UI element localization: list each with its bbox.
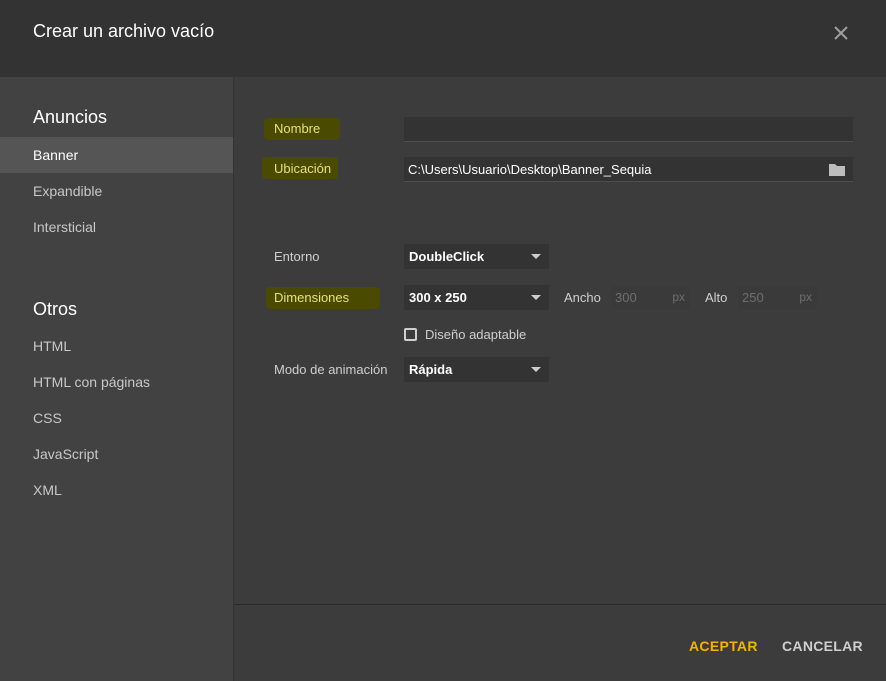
chevron-down-icon [531, 367, 541, 372]
section-otros: Otros [33, 299, 78, 319]
dimensiones-label: Dimensiones [274, 290, 350, 305]
ancho-unit: px [672, 290, 685, 304]
dialog-footer: ACEPTAR CANCELAR [234, 604, 886, 681]
sidebar-item-html-pages[interactable]: HTML con páginas [0, 364, 233, 400]
alto-unit: px [799, 290, 812, 304]
alto-label: Alto [705, 290, 728, 305]
chevron-down-icon [531, 254, 541, 259]
nombre-label: Nombre [274, 121, 321, 136]
modo-select[interactable]: Rápida [404, 357, 549, 382]
nombre-input[interactable] [404, 117, 853, 142]
dimensiones-select[interactable]: 300 x 250 [404, 285, 549, 310]
ancho-value: 300 [615, 290, 637, 305]
ancho-label: Ancho [564, 290, 601, 305]
ubicacion-input[interactable]: C:\Users\Usuario\Desktop\Banner_Sequia [404, 157, 853, 182]
folder-icon[interactable] [828, 162, 846, 177]
sidebar-item-intersticial[interactable]: Intersticial [0, 209, 233, 245]
adaptable-checkbox[interactable] [404, 328, 417, 341]
alto-input[interactable]: 250 px [738, 286, 817, 309]
section-anuncios: Anuncios [33, 107, 108, 127]
form-panel: Nombre Ubicación C:\Users\Usuario\Deskto… [234, 77, 886, 604]
ubicacion-value: C:\Users\Usuario\Desktop\Banner_Sequia [408, 162, 652, 177]
sidebar-item-css[interactable]: CSS [0, 400, 233, 436]
adaptable-label: Diseño adaptable [425, 327, 527, 342]
dialog-title: Crear un archivo vacío [33, 21, 215, 41]
alto-value: 250 [742, 290, 764, 305]
modo-label: Modo de animación [274, 362, 388, 377]
dialog-header: Crear un archivo vacío [0, 0, 886, 77]
sidebar: Anuncios Banner Expandible Intersticial … [0, 77, 234, 681]
close-icon[interactable] [829, 21, 853, 45]
modo-value: Rápida [409, 362, 453, 377]
entorno-value: DoubleClick [409, 249, 485, 264]
sidebar-item-html[interactable]: HTML [0, 328, 233, 364]
sidebar-item-javascript[interactable]: JavaScript [0, 436, 233, 472]
sidebar-item-xml[interactable]: XML [0, 472, 233, 508]
dimensiones-value: 300 x 250 [409, 290, 467, 305]
chevron-down-icon [531, 295, 541, 300]
accept-button[interactable]: ACEPTAR [689, 638, 758, 654]
cancel-button[interactable]: CANCELAR [782, 638, 863, 654]
ancho-input[interactable]: 300 px [611, 286, 690, 309]
ubicacion-label: Ubicación [274, 161, 332, 176]
sidebar-item-banner[interactable]: Banner [0, 137, 233, 173]
entorno-label: Entorno [274, 249, 320, 264]
entorno-select[interactable]: DoubleClick [404, 244, 549, 269]
sidebar-item-expandible[interactable]: Expandible [0, 173, 233, 209]
